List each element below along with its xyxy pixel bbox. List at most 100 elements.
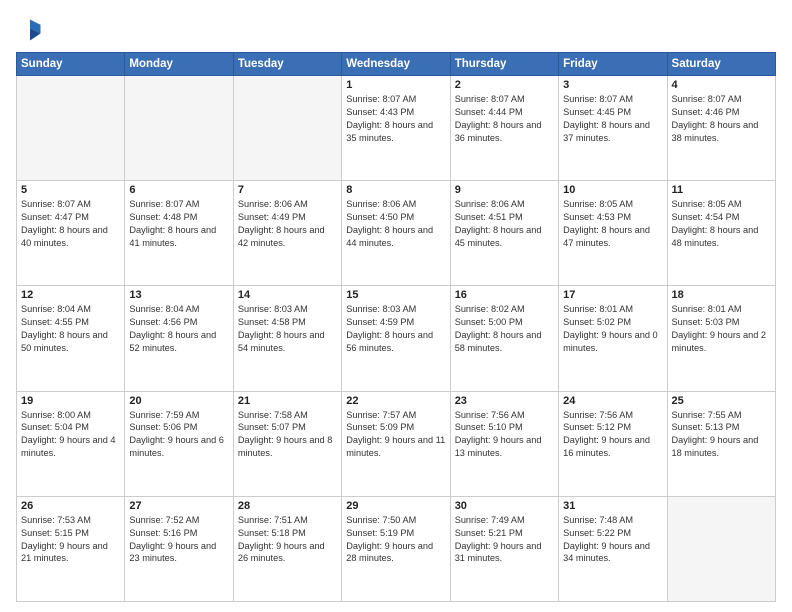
day-info: Sunrise: 8:06 AM Sunset: 4:49 PM Dayligh… — [238, 198, 337, 250]
week-row-2: 12 Sunrise: 8:04 AM Sunset: 4:55 PM Dayl… — [17, 286, 776, 391]
day-info: Sunrise: 8:05 AM Sunset: 4:54 PM Dayligh… — [672, 198, 771, 250]
calendar-cell — [233, 76, 341, 181]
day-info: Sunrise: 8:04 AM Sunset: 4:56 PM Dayligh… — [129, 303, 228, 355]
calendar-cell: 12 Sunrise: 8:04 AM Sunset: 4:55 PM Dayl… — [17, 286, 125, 391]
calendar-cell — [667, 496, 775, 601]
weekday-header-friday: Friday — [559, 53, 667, 76]
weekday-header-wednesday: Wednesday — [342, 53, 450, 76]
day-info: Sunrise: 7:56 AM Sunset: 5:12 PM Dayligh… — [563, 409, 662, 461]
week-row-3: 19 Sunrise: 8:00 AM Sunset: 5:04 PM Dayl… — [17, 391, 776, 496]
day-info: Sunrise: 7:49 AM Sunset: 5:21 PM Dayligh… — [455, 514, 554, 566]
calendar-cell: 22 Sunrise: 7:57 AM Sunset: 5:09 PM Dayl… — [342, 391, 450, 496]
day-number: 11 — [672, 184, 771, 196]
day-number: 14 — [238, 289, 337, 301]
day-info: Sunrise: 7:57 AM Sunset: 5:09 PM Dayligh… — [346, 409, 445, 461]
day-number: 1 — [346, 79, 445, 91]
day-number: 29 — [346, 500, 445, 512]
calendar-cell: 18 Sunrise: 8:01 AM Sunset: 5:03 PM Dayl… — [667, 286, 775, 391]
day-info: Sunrise: 8:07 AM Sunset: 4:44 PM Dayligh… — [455, 93, 554, 145]
weekday-header-row: SundayMondayTuesdayWednesdayThursdayFrid… — [17, 53, 776, 76]
calendar-cell: 30 Sunrise: 7:49 AM Sunset: 5:21 PM Dayl… — [450, 496, 558, 601]
day-info: Sunrise: 8:07 AM Sunset: 4:43 PM Dayligh… — [346, 93, 445, 145]
calendar: SundayMondayTuesdayWednesdayThursdayFrid… — [16, 52, 776, 602]
day-number: 10 — [563, 184, 662, 196]
calendar-cell: 17 Sunrise: 8:01 AM Sunset: 5:02 PM Dayl… — [559, 286, 667, 391]
calendar-cell — [125, 76, 233, 181]
logo — [16, 16, 48, 44]
day-info: Sunrise: 8:01 AM Sunset: 5:03 PM Dayligh… — [672, 303, 771, 355]
day-number: 16 — [455, 289, 554, 301]
weekday-header-thursday: Thursday — [450, 53, 558, 76]
day-number: 28 — [238, 500, 337, 512]
day-number: 31 — [563, 500, 662, 512]
day-number: 15 — [346, 289, 445, 301]
day-info: Sunrise: 7:52 AM Sunset: 5:16 PM Dayligh… — [129, 514, 228, 566]
day-info: Sunrise: 8:06 AM Sunset: 4:51 PM Dayligh… — [455, 198, 554, 250]
day-number: 25 — [672, 395, 771, 407]
day-info: Sunrise: 8:00 AM Sunset: 5:04 PM Dayligh… — [21, 409, 120, 461]
calendar-cell: 16 Sunrise: 8:02 AM Sunset: 5:00 PM Dayl… — [450, 286, 558, 391]
calendar-cell: 6 Sunrise: 8:07 AM Sunset: 4:48 PM Dayli… — [125, 181, 233, 286]
day-info: Sunrise: 8:05 AM Sunset: 4:53 PM Dayligh… — [563, 198, 662, 250]
day-number: 27 — [129, 500, 228, 512]
weekday-header-sunday: Sunday — [17, 53, 125, 76]
day-info: Sunrise: 7:56 AM Sunset: 5:10 PM Dayligh… — [455, 409, 554, 461]
calendar-cell: 25 Sunrise: 7:55 AM Sunset: 5:13 PM Dayl… — [667, 391, 775, 496]
calendar-cell: 14 Sunrise: 8:03 AM Sunset: 4:58 PM Dayl… — [233, 286, 341, 391]
day-info: Sunrise: 7:51 AM Sunset: 5:18 PM Dayligh… — [238, 514, 337, 566]
day-number: 24 — [563, 395, 662, 407]
day-info: Sunrise: 8:01 AM Sunset: 5:02 PM Dayligh… — [563, 303, 662, 355]
day-info: Sunrise: 8:07 AM Sunset: 4:48 PM Dayligh… — [129, 198, 228, 250]
calendar-cell: 8 Sunrise: 8:06 AM Sunset: 4:50 PM Dayli… — [342, 181, 450, 286]
day-number: 21 — [238, 395, 337, 407]
calendar-cell: 31 Sunrise: 7:48 AM Sunset: 5:22 PM Dayl… — [559, 496, 667, 601]
day-info: Sunrise: 8:07 AM Sunset: 4:46 PM Dayligh… — [672, 93, 771, 145]
day-number: 8 — [346, 184, 445, 196]
day-number: 12 — [21, 289, 120, 301]
calendar-cell: 7 Sunrise: 8:06 AM Sunset: 4:49 PM Dayli… — [233, 181, 341, 286]
day-number: 23 — [455, 395, 554, 407]
day-info: Sunrise: 8:03 AM Sunset: 4:58 PM Dayligh… — [238, 303, 337, 355]
logo-icon — [16, 16, 44, 44]
day-number: 3 — [563, 79, 662, 91]
weekday-header-tuesday: Tuesday — [233, 53, 341, 76]
calendar-cell: 2 Sunrise: 8:07 AM Sunset: 4:44 PM Dayli… — [450, 76, 558, 181]
day-number: 22 — [346, 395, 445, 407]
day-number: 13 — [129, 289, 228, 301]
day-info: Sunrise: 7:58 AM Sunset: 5:07 PM Dayligh… — [238, 409, 337, 461]
calendar-cell: 13 Sunrise: 8:04 AM Sunset: 4:56 PM Dayl… — [125, 286, 233, 391]
day-number: 4 — [672, 79, 771, 91]
calendar-cell: 28 Sunrise: 7:51 AM Sunset: 5:18 PM Dayl… — [233, 496, 341, 601]
calendar-cell: 20 Sunrise: 7:59 AM Sunset: 5:06 PM Dayl… — [125, 391, 233, 496]
calendar-cell: 21 Sunrise: 7:58 AM Sunset: 5:07 PM Dayl… — [233, 391, 341, 496]
weekday-header-saturday: Saturday — [667, 53, 775, 76]
calendar-cell: 5 Sunrise: 8:07 AM Sunset: 4:47 PM Dayli… — [17, 181, 125, 286]
day-info: Sunrise: 8:07 AM Sunset: 4:45 PM Dayligh… — [563, 93, 662, 145]
day-number: 6 — [129, 184, 228, 196]
calendar-cell — [17, 76, 125, 181]
calendar-cell: 3 Sunrise: 8:07 AM Sunset: 4:45 PM Dayli… — [559, 76, 667, 181]
calendar-cell: 23 Sunrise: 7:56 AM Sunset: 5:10 PM Dayl… — [450, 391, 558, 496]
calendar-cell: 4 Sunrise: 8:07 AM Sunset: 4:46 PM Dayli… — [667, 76, 775, 181]
day-number: 7 — [238, 184, 337, 196]
calendar-cell: 29 Sunrise: 7:50 AM Sunset: 5:19 PM Dayl… — [342, 496, 450, 601]
calendar-cell: 24 Sunrise: 7:56 AM Sunset: 5:12 PM Dayl… — [559, 391, 667, 496]
day-number: 26 — [21, 500, 120, 512]
day-info: Sunrise: 8:06 AM Sunset: 4:50 PM Dayligh… — [346, 198, 445, 250]
calendar-cell: 27 Sunrise: 7:52 AM Sunset: 5:16 PM Dayl… — [125, 496, 233, 601]
day-number: 19 — [21, 395, 120, 407]
calendar-cell: 26 Sunrise: 7:53 AM Sunset: 5:15 PM Dayl… — [17, 496, 125, 601]
day-info: Sunrise: 8:07 AM Sunset: 4:47 PM Dayligh… — [21, 198, 120, 250]
weekday-header-monday: Monday — [125, 53, 233, 76]
day-info: Sunrise: 7:55 AM Sunset: 5:13 PM Dayligh… — [672, 409, 771, 461]
day-info: Sunrise: 8:03 AM Sunset: 4:59 PM Dayligh… — [346, 303, 445, 355]
calendar-cell: 11 Sunrise: 8:05 AM Sunset: 4:54 PM Dayl… — [667, 181, 775, 286]
calendar-cell: 19 Sunrise: 8:00 AM Sunset: 5:04 PM Dayl… — [17, 391, 125, 496]
day-info: Sunrise: 7:53 AM Sunset: 5:15 PM Dayligh… — [21, 514, 120, 566]
week-row-1: 5 Sunrise: 8:07 AM Sunset: 4:47 PM Dayli… — [17, 181, 776, 286]
calendar-cell: 15 Sunrise: 8:03 AM Sunset: 4:59 PM Dayl… — [342, 286, 450, 391]
calendar-cell: 1 Sunrise: 8:07 AM Sunset: 4:43 PM Dayli… — [342, 76, 450, 181]
day-number: 18 — [672, 289, 771, 301]
day-number: 30 — [455, 500, 554, 512]
day-info: Sunrise: 7:50 AM Sunset: 5:19 PM Dayligh… — [346, 514, 445, 566]
